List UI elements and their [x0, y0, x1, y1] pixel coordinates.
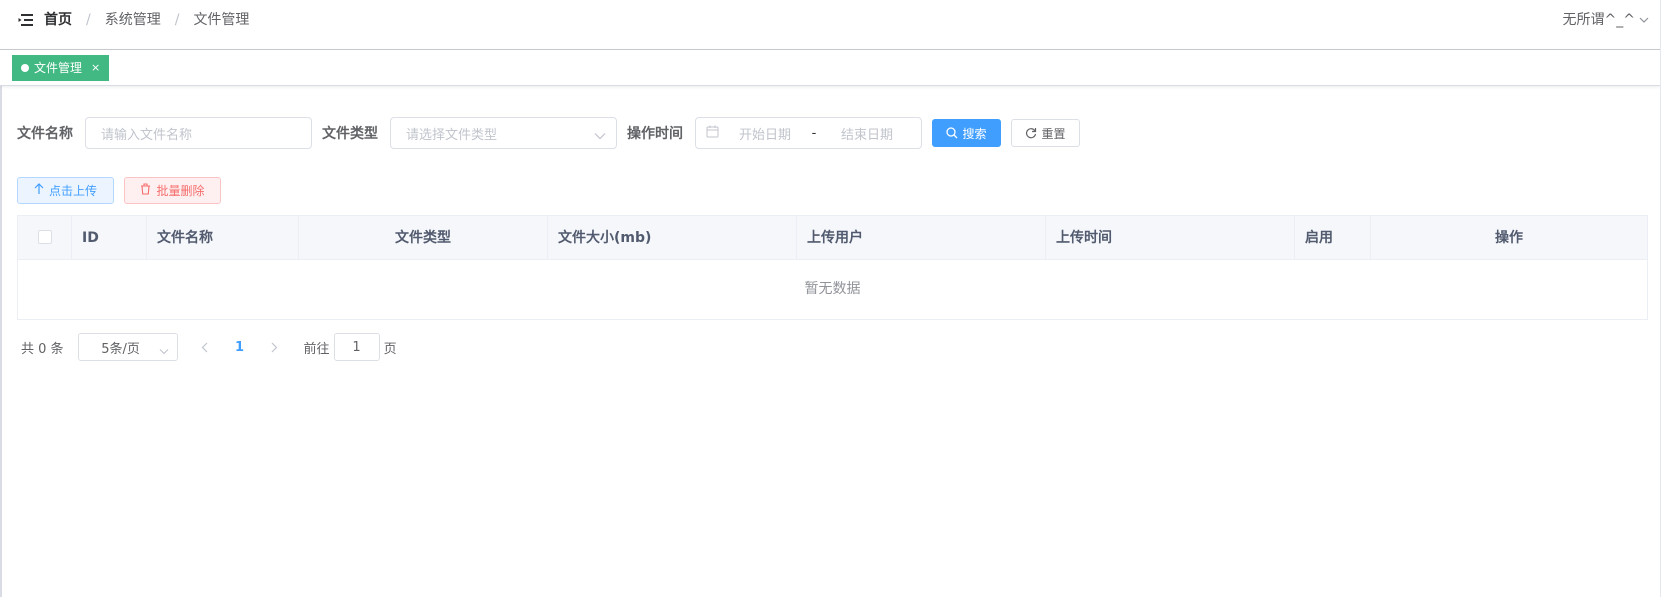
- column-header-file-size[interactable]: 文件大小(mb): [548, 216, 797, 260]
- goto-suffix: 页: [383, 341, 397, 357]
- top-navbar: 首页 / 系统管理 / 文件管理 无所谓^_^: [0, 0, 1661, 50]
- column-header-upload-time[interactable]: 上传时间: [1046, 216, 1295, 260]
- goto-page-value: 1: [352, 339, 361, 355]
- breadcrumb: 首页 / 系统管理 / 文件管理: [44, 10, 249, 30]
- column-header-upload-user[interactable]: 上传用户: [797, 216, 1046, 260]
- file-name-input[interactable]: 请输入文件名称: [85, 117, 312, 149]
- breadcrumb-home[interactable]: 首页: [44, 10, 72, 30]
- arrow-up-icon: [34, 183, 44, 198]
- column-header-actions: 操作: [1495, 230, 1523, 246]
- chevron-down-icon: [1635, 10, 1649, 30]
- active-dot-icon: [21, 64, 29, 72]
- file-type-select[interactable]: 请选择文件类型: [390, 117, 617, 149]
- file-type-label: 文件类型: [322, 126, 378, 142]
- breadcrumb-separator: /: [174, 12, 180, 28]
- upload-button[interactable]: 点击上传: [17, 177, 114, 204]
- search-button[interactable]: 搜索: [932, 119, 1001, 147]
- tag-file-management[interactable]: 文件管理 ×: [12, 55, 110, 81]
- close-icon[interactable]: ×: [91, 55, 100, 81]
- goto-label: 前往: [303, 341, 330, 357]
- page-size-value: 5条/页: [101, 341, 140, 357]
- select-all-checkbox[interactable]: [37, 229, 52, 244]
- calendar-icon: [706, 125, 719, 142]
- next-page-button[interactable]: [260, 333, 290, 361]
- upload-button-label: 点击上传: [48, 184, 97, 198]
- batch-delete-button-label: 批量删除: [156, 184, 205, 198]
- prev-page-button[interactable]: [190, 333, 220, 361]
- user-dropdown[interactable]: 无所谓^_^: [1563, 10, 1649, 30]
- batch-delete-button[interactable]: 批量删除: [124, 177, 221, 204]
- chevron-left-icon: [201, 342, 208, 352]
- column-header-file-name[interactable]: 文件名称: [147, 216, 299, 260]
- table-empty-text: 暂无数据: [804, 281, 861, 297]
- select-all-cell: [18, 216, 72, 260]
- start-date-input[interactable]: 开始日期: [725, 124, 805, 143]
- user-name: 无所谓^_^: [1562, 12, 1635, 28]
- page-size-select[interactable]: 5条/页: [77, 333, 178, 361]
- end-date-input[interactable]: 结束日期: [827, 124, 907, 143]
- file-name-placeholder: 请输入文件名称: [101, 127, 193, 143]
- page-number-current[interactable]: 1: [220, 333, 260, 361]
- range-separator: -: [811, 125, 817, 141]
- chevron-right-icon: [271, 342, 278, 352]
- left-edge: [0, 0, 2, 597]
- search-button-label: 搜索: [962, 126, 987, 141]
- tag-label: 文件管理: [34, 61, 83, 75]
- reset-button-label: 重置: [1041, 126, 1066, 141]
- operate-time-label: 操作时间: [627, 126, 683, 142]
- goto-page-input[interactable]: 1: [333, 333, 380, 361]
- tags-view-bar: 文件管理 ×: [0, 50, 1661, 86]
- file-name-label: 文件名称: [17, 126, 73, 142]
- breadcrumb-current: 文件管理: [193, 12, 250, 28]
- chevron-down-icon: [159, 344, 169, 359]
- file-type-placeholder: 请选择文件类型: [406, 127, 498, 143]
- hamburger-menu-icon[interactable]: [18, 13, 34, 27]
- table-toolbar: 点击上传 批量删除: [17, 177, 221, 204]
- file-table: ID 文件名称 文件类型 文件大小(mb) 上传用户 上传时间 启用 操作 暂无…: [17, 215, 1648, 320]
- date-range-picker[interactable]: 开始日期 - 结束日期: [695, 117, 922, 149]
- reset-button[interactable]: 重置: [1011, 119, 1080, 147]
- trash-icon: [140, 183, 151, 198]
- pagination-total: 共 0 条: [21, 341, 64, 357]
- breadcrumb-system: 系统管理: [104, 12, 161, 28]
- chevron-down-icon: [594, 129, 606, 144]
- pagination: 共 0 条 5条/页 1 前往 1 页: [21, 333, 397, 361]
- table-header: ID 文件名称 文件类型 文件大小(mb) 上传用户 上传时间 启用 操作: [18, 216, 1647, 260]
- column-header-id[interactable]: ID: [72, 216, 147, 260]
- column-header-file-type[interactable]: 文件类型: [299, 216, 548, 260]
- search-icon: [946, 127, 958, 139]
- search-form: 文件名称 请输入文件名称 文件类型 请选择文件类型 操作时间 开始日期 - 结束…: [17, 117, 1080, 149]
- column-header-enabled[interactable]: 启用: [1295, 216, 1371, 260]
- refresh-icon: [1026, 128, 1037, 139]
- breadcrumb-separator: /: [86, 12, 91, 28]
